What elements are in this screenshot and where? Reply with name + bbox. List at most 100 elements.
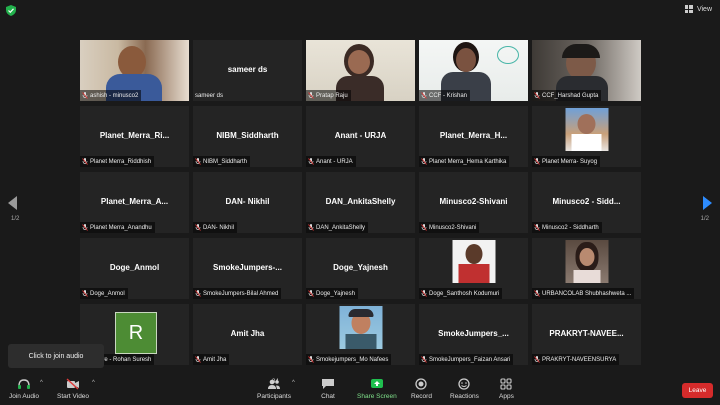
participant-tile[interactable]: Doge_Anmol Doge_Anmol [80, 238, 189, 299]
reactions-label: Reactions [450, 393, 479, 400]
muted-mic-icon [534, 224, 540, 231]
muted-mic-icon [195, 290, 201, 297]
participant-display-name: sameer ds [227, 65, 268, 74]
participant-tile[interactable]: PRAKRYT-NAVEE... PRAKRYT-NAVEENSURYA [532, 304, 641, 365]
video-options-caret-icon[interactable]: ^ [92, 380, 95, 386]
muted-mic-icon [308, 224, 314, 231]
participant-tile[interactable]: sameer ds sameer ds [193, 40, 302, 101]
participant-tile[interactable]: CCF - Krishan [419, 40, 528, 101]
participant-display-name: Doge_Anmol [109, 263, 160, 272]
participant-name-label: ashish - minusco2 [80, 90, 142, 101]
participant-name: PRAKRYT-NAVEENSURYA [542, 356, 617, 363]
participant-display-name: Anant - URJA [334, 131, 387, 140]
start-video-button[interactable]: Start Video [57, 378, 89, 400]
participant-tile[interactable]: Pratap Raju [306, 40, 415, 101]
audio-options-caret-icon[interactable]: ^ [40, 380, 43, 386]
participant-name: Planet Merra_Hema Karthika [429, 158, 507, 165]
participant-tile[interactable]: Smokejumpers_Mo Nafees [306, 304, 415, 365]
muted-mic-icon [421, 356, 427, 363]
record-label: Record [411, 393, 432, 400]
participant-name: Doge_Yajnesh [316, 290, 355, 297]
apps-label: Apps [499, 393, 514, 400]
participant-tile[interactable]: Doge_Yajnesh Doge_Yajnesh [306, 238, 415, 299]
participant-display-name: Amit Jha [230, 329, 265, 338]
participants-options-caret-icon[interactable]: ^ [292, 380, 295, 386]
participant-name: Planet Merra- Suyog [542, 158, 598, 165]
participant-name-label: Planet Merra- Suyog [532, 156, 601, 167]
join-audio-label: Join Audio [9, 393, 39, 400]
share-screen-icon [370, 379, 383, 388]
muted-mic-icon [421, 290, 427, 297]
previous-page-arrow-icon[interactable] [8, 196, 18, 210]
participant-name-label: SmokeJumpers_Faizan Ansari [419, 354, 514, 365]
participant-tile[interactable]: URBANCOLAB Shubhashweta ... [532, 238, 641, 299]
gallery-grid: ashish - minusco2 sameer ds sameer ds Prata… [80, 40, 641, 365]
participant-name-label: CCF - Krishan [419, 90, 471, 101]
video-camera-off-icon [66, 378, 80, 390]
grid-view-icon [684, 5, 693, 13]
muted-mic-icon [421, 224, 427, 231]
muted-mic-icon [195, 356, 201, 363]
next-page-arrow-icon[interactable] [702, 196, 712, 210]
apps-icon [500, 378, 512, 390]
participant-display-name: Planet_Merra_H... [439, 131, 508, 140]
apps-button[interactable]: Apps [499, 378, 514, 400]
join-audio-tooltip: Click to join audio [8, 344, 104, 368]
muted-mic-icon [534, 158, 540, 165]
participant-avatar: R [115, 312, 157, 354]
participants-button[interactable]: 34 Participants [257, 378, 291, 400]
leave-button[interactable]: Leave [682, 383, 713, 398]
participant-tile[interactable]: Amit Jha Amit Jha [193, 304, 302, 365]
participant-tile[interactable]: DAN- Nikhil DAN- Nikhil [193, 172, 302, 233]
participant-tile[interactable]: Anant - URJA Anant - URJA [306, 106, 415, 167]
participant-tile[interactable]: Doge_Santhosh Kodumuri [419, 238, 528, 299]
participant-tile[interactable]: Planet Merra- Suyog [532, 106, 641, 167]
participant-name-label: NIBM_Siddharth [193, 156, 251, 167]
share-screen-button[interactable]: Share Screen [357, 378, 397, 400]
participant-name: DAN- Nikhil [203, 224, 235, 231]
chat-button[interactable]: Chat [321, 378, 335, 400]
muted-mic-icon [195, 158, 201, 165]
participant-tile[interactable]: Planet_Merra_Ri... Planet Merra_Riddhish [80, 106, 189, 167]
participant-name-label: Pratap Raju [306, 90, 351, 101]
chat-label: Chat [321, 393, 335, 400]
security-shield-icon[interactable] [6, 5, 16, 16]
reactions-button[interactable]: Reactions [450, 378, 479, 400]
participant-name-label: Planet Merra_Anandhu [80, 222, 155, 233]
page-indicator-right: 1/2 [700, 216, 709, 222]
participant-name-label: Smokejumpers_Mo Nafees [306, 354, 392, 365]
participant-tile[interactable]: Planet_Merra_H... Planet Merra_Hema Karth… [419, 106, 528, 167]
participant-name: Smokejumpers_Mo Nafees [316, 356, 389, 363]
participant-name: Minusco2 - Siddharth [542, 224, 599, 231]
participant-tile[interactable]: NIBM_Siddharth NIBM_Siddharth [193, 106, 302, 167]
participant-tile[interactable]: Planet_Merra_A... Planet Merra_Anandhu [80, 172, 189, 233]
page-indicator-left: 1/2 [11, 216, 20, 222]
participant-display-name: Minusco2-Shivani [439, 197, 508, 206]
participant-tile[interactable]: ashish - minusco2 [80, 40, 189, 101]
muted-mic-icon [82, 224, 88, 231]
muted-mic-icon [308, 356, 314, 363]
participant-display-name: DAN_AnkitaShelly [325, 197, 396, 206]
participant-display-name: NIBM_Siddharth [216, 131, 279, 140]
participant-name: NIBM_Siddharth [203, 158, 248, 165]
participant-tile[interactable]: DAN_AnkitaShelly DAN_AnkitaShelly [306, 172, 415, 233]
participant-tile[interactable]: CCF_Harshad Gupta [532, 40, 641, 101]
participant-name-label: Planet Merra_Riddhish [80, 156, 155, 167]
view-button[interactable]: View [684, 5, 712, 13]
participant-display-name: DAN- Nikhil [225, 197, 270, 206]
muted-mic-icon [308, 158, 314, 165]
participant-tile[interactable]: SmokeJumpers-... SmokeJumpers-Bilal Ahmed [193, 238, 302, 299]
meeting-toolbar: Join Audio ^ Start Video ^ 34 Participan… [0, 375, 720, 405]
participant-tile[interactable]: SmokeJumpers_... SmokeJumpers_Faizan Ansa… [419, 304, 528, 365]
participant-tile[interactable]: Minusco2 - Sidd... Minusco2 - Siddharth [532, 172, 641, 233]
muted-mic-icon [421, 92, 427, 99]
participant-name-label: URBANCOLAB Shubhashweta ... [532, 288, 635, 299]
join-audio-button[interactable]: Join Audio [9, 378, 39, 400]
record-button[interactable]: Record [411, 378, 432, 400]
participants-label: Participants [257, 393, 291, 400]
muted-mic-icon [534, 92, 540, 99]
participant-tile[interactable]: Minusco2-Shivani Minusco2-Shivani [419, 172, 528, 233]
participant-name: ashish - minusco2 [90, 92, 139, 99]
participant-name: DAN_AnkitaShelly [316, 224, 366, 231]
participant-name: Minusco2-Shivani [429, 224, 477, 231]
